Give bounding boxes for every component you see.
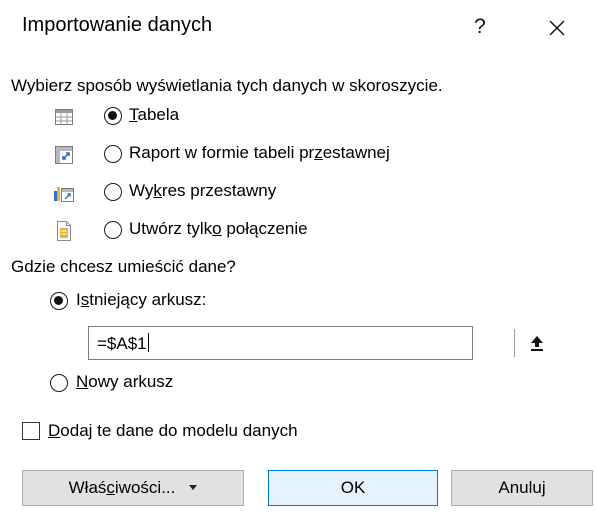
cell-reference-input[interactable]: =$A$1 bbox=[88, 326, 558, 360]
radio-table[interactable] bbox=[104, 107, 122, 125]
import-data-dialog: Importowanie danych ? Wybierz sposób wyś… bbox=[0, 0, 596, 515]
option-pivot-table-label[interactable]: Raport w formie tabeli przestawnej bbox=[129, 143, 390, 163]
data-model-checkbox[interactable] bbox=[22, 422, 40, 440]
option-table-label[interactable]: Tabela bbox=[129, 105, 179, 125]
option-connection-only-label[interactable]: Utwórz tylko połączenie bbox=[129, 219, 308, 239]
radio-pivot-chart[interactable] bbox=[104, 183, 122, 201]
new-sheet-label[interactable]: Nowy arkusz bbox=[76, 372, 173, 392]
properties-button[interactable]: Właściwości... bbox=[22, 470, 244, 506]
ok-button[interactable]: OK bbox=[268, 470, 438, 506]
radio-connection-only[interactable] bbox=[104, 221, 122, 239]
table-icon bbox=[53, 106, 75, 128]
radio-existing-sheet[interactable] bbox=[50, 292, 68, 310]
close-button[interactable] bbox=[535, 10, 579, 46]
dropdown-arrow-icon bbox=[189, 485, 198, 490]
location-heading: Gdzie chcesz umieścić dane? bbox=[11, 257, 236, 276]
dialog-title: Importowanie danych bbox=[22, 14, 213, 36]
cancel-button[interactable]: Anuluj bbox=[451, 470, 593, 506]
radio-pivot-table[interactable] bbox=[104, 145, 122, 163]
collapse-arrow-icon bbox=[530, 336, 543, 351]
collapse-dialog-button[interactable] bbox=[514, 329, 558, 357]
radio-new-sheet[interactable] bbox=[50, 374, 68, 392]
title-bar: Importowanie danych ? bbox=[0, 0, 596, 56]
connection-only-icon bbox=[53, 220, 75, 242]
data-model-label[interactable]: Dodaj te dane do modelu danych bbox=[48, 421, 298, 441]
existing-sheet-label[interactable]: Istniejący arkusz: bbox=[76, 290, 206, 310]
cell-reference-value[interactable]: =$A$1 bbox=[97, 333, 149, 354]
close-icon bbox=[549, 20, 565, 36]
display-heading: Wybierz sposób wyświetlania tych danych … bbox=[11, 76, 443, 95]
help-button[interactable]: ? bbox=[462, 10, 498, 44]
pivot-table-icon bbox=[53, 144, 75, 166]
option-pivot-chart-label[interactable]: Wykres przestawny bbox=[129, 181, 276, 201]
pivot-chart-icon bbox=[53, 182, 75, 204]
